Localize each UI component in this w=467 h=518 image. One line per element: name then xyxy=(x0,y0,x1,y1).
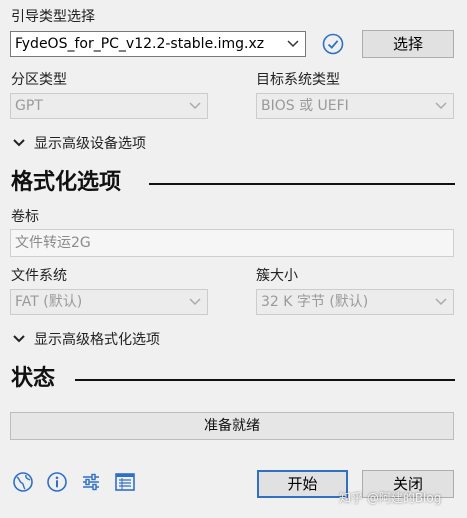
partition-scheme-select[interactable]: GPT xyxy=(10,93,208,119)
boot-image-value: FydeOS_for_PC_v12.2-stable.img.xz xyxy=(15,36,265,52)
format-section-divider xyxy=(149,183,455,185)
chevron-down-icon xyxy=(189,102,201,110)
format-section-title: 格式化选项 xyxy=(11,170,122,195)
target-system-select[interactable]: BIOS 或 UEFI xyxy=(256,93,454,119)
boot-image-select[interactable]: FydeOS_for_PC_v12.2-stable.img.xz xyxy=(10,31,306,57)
expand-triangle-icon xyxy=(13,139,25,147)
status-section-divider xyxy=(75,379,455,381)
advanced-device-toggle[interactable]: 显示高级设备选项 xyxy=(12,133,146,153)
globe-icon[interactable] xyxy=(12,471,34,493)
cluster-size-select[interactable]: 32 K 字节 (默认) xyxy=(256,289,454,315)
select-image-button[interactable]: 选择 xyxy=(362,30,454,58)
file-system-label: 文件系统 xyxy=(11,268,67,284)
info-icon[interactable] xyxy=(46,471,68,493)
status-section-title: 状态 xyxy=(11,366,56,391)
partition-scheme-label: 分区类型 xyxy=(11,72,67,88)
settings-sliders-icon[interactable] xyxy=(80,471,102,493)
cluster-size-label: 簇大小 xyxy=(256,268,298,284)
start-button[interactable]: 开始 xyxy=(257,470,348,498)
advanced-device-label: 显示高级设备选项 xyxy=(34,136,146,152)
chevron-down-icon xyxy=(435,102,447,110)
boot-selection-label: 引导类型选择 xyxy=(11,9,95,25)
file-system-select[interactable]: FAT (默认) xyxy=(10,289,208,315)
log-icon[interactable] xyxy=(114,471,136,493)
status-progress-bar: 准备就绪 xyxy=(10,412,454,440)
target-system-value: BIOS 或 UEFI xyxy=(261,98,349,114)
chevron-down-icon xyxy=(287,40,299,48)
advanced-format-label: 显示高级格式化选项 xyxy=(34,332,160,348)
chevron-down-icon xyxy=(189,298,201,306)
status-progress-text: 准备就绪 xyxy=(204,418,260,434)
chevron-down-icon xyxy=(435,298,447,306)
file-system-value: FAT (默认) xyxy=(15,294,83,310)
cluster-size-value: 32 K 字节 (默认) xyxy=(261,294,369,310)
watermark-text: 知乎 @阿建的Blog xyxy=(339,491,442,505)
check-circle-icon xyxy=(322,33,344,55)
target-system-label: 目标系统类型 xyxy=(256,72,340,88)
expand-triangle-icon xyxy=(13,335,25,343)
volume-label-label: 卷标 xyxy=(11,209,39,225)
volume-label-input[interactable]: 文件转运2G xyxy=(10,229,454,257)
advanced-format-toggle[interactable]: 显示高级格式化选项 xyxy=(12,329,160,349)
partition-scheme-value: GPT xyxy=(15,98,43,114)
